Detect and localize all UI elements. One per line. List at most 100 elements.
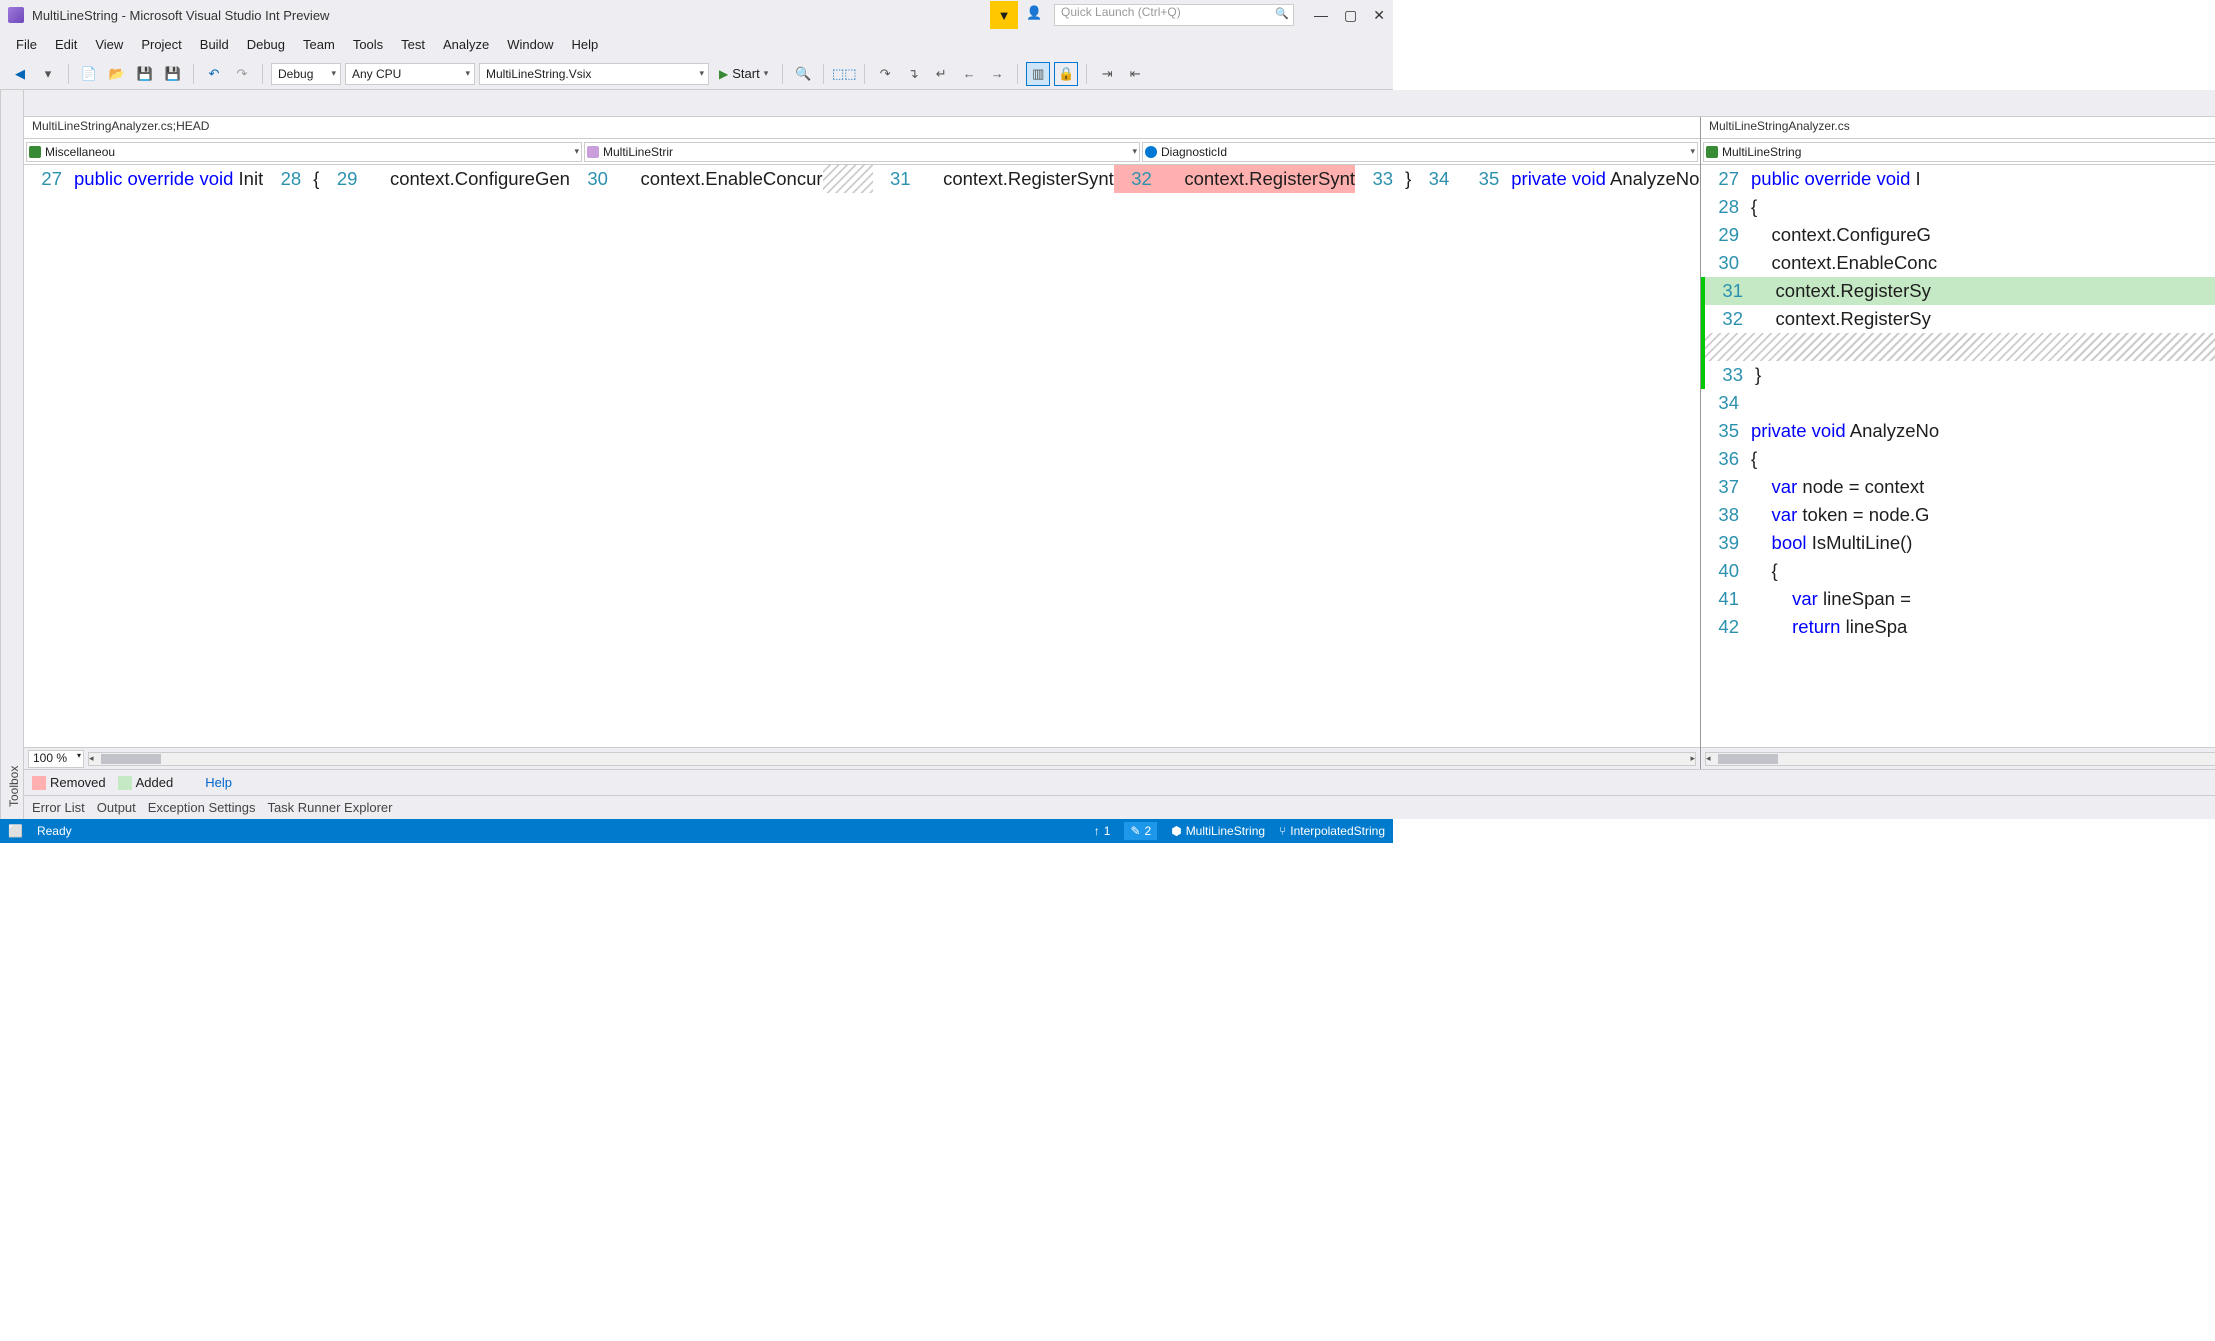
status-unpushed[interactable]: ↑1 — [1094, 824, 1111, 838]
zoom-dropdown[interactable]: 100 % — [28, 750, 84, 768]
menu-help[interactable]: Help — [564, 33, 607, 56]
code-line[interactable]: 35private void AnalyzeNode — [1461, 165, 1700, 193]
menu-team[interactable]: Team — [295, 33, 343, 56]
code-line[interactable]: 40 { — [1701, 557, 2215, 585]
step-button[interactable]: ⬚⬚ — [832, 62, 856, 86]
step-into-button[interactable]: ↴ — [901, 62, 925, 86]
indent-button[interactable]: ⇥ — [1095, 62, 1119, 86]
code-line[interactable]: 42 return lineSpa — [1701, 613, 2215, 641]
right-nav-project[interactable]: MultiLineString — [1703, 142, 2215, 162]
next-button[interactable]: → — [985, 62, 1009, 86]
code-line[interactable]: 32 context.RegisterSynt — [1114, 165, 1355, 193]
menu-analyze[interactable]: Analyze — [435, 33, 497, 56]
left-code-editor[interactable]: 27public override void Init28{29 context… — [24, 165, 1700, 747]
left-nav-member[interactable]: DiagnosticId — [1142, 142, 1698, 162]
code-line[interactable]: 34 — [1701, 389, 2215, 417]
code-line[interactable]: 37 var node = context — [1701, 473, 2215, 501]
startup-dropdown[interactable]: MultiLineString.Vsix — [479, 63, 709, 85]
maximize-button[interactable]: ▢ — [1344, 7, 1357, 24]
added-swatch-icon — [118, 776, 132, 790]
code-line[interactable]: 27public override void I — [1701, 165, 2215, 193]
code-line[interactable]: 33} — [1355, 165, 1411, 193]
project-icon: ⬢ — [1171, 824, 1181, 838]
code-line[interactable]: 35private void AnalyzeNo — [1701, 417, 2215, 445]
code-line[interactable]: 36{ — [1701, 445, 2215, 473]
code-line[interactable]: 29 context.ConfigureG — [1701, 221, 2215, 249]
menu-tools[interactable]: Tools — [345, 33, 391, 56]
help-link[interactable]: Help — [205, 775, 232, 790]
lock-button[interactable]: 🔒 — [1054, 62, 1078, 86]
menu-file[interactable]: File — [8, 33, 45, 56]
left-tool-tabs: ToolboxTest Explorer — [0, 90, 24, 819]
side-tab-toolbox[interactable]: Toolbox — [7, 98, 21, 811]
outdent-button[interactable]: ⇤ — [1123, 62, 1147, 86]
status-changes[interactable]: ✎2 — [1124, 822, 1157, 840]
left-h-scrollbar[interactable] — [88, 752, 1696, 766]
code-line[interactable]: 30 context.EnableConcur — [570, 165, 823, 193]
minimize-button[interactable]: — — [1314, 7, 1328, 24]
step-out-button[interactable]: ↵ — [929, 62, 953, 86]
compare-inline-button[interactable]: ▥ — [1026, 62, 1050, 86]
config-dropdown[interactable]: Debug — [271, 63, 341, 85]
code-line[interactable]: 28{ — [1701, 193, 2215, 221]
status-icon: ⬜ — [8, 824, 23, 838]
menu-edit[interactable]: Edit — [47, 33, 85, 56]
feedback-icon[interactable]: 👤 — [1026, 5, 1046, 25]
code-line[interactable] — [1701, 333, 2215, 361]
menu-test[interactable]: Test — [393, 33, 433, 56]
code-line[interactable]: 32 context.RegisterSy — [1701, 305, 2215, 333]
bottom-tool-tabs: Error List Output Exception Settings Task R… — [24, 795, 2215, 819]
main-toolbar: ◀ ▾ 📄 📂 💾 💾 ↶ ↷ Debug Any CPU MultiLineS… — [0, 58, 1393, 90]
play-icon: ▶ — [719, 67, 728, 81]
prev-button[interactable]: ← — [957, 62, 981, 86]
quick-launch-input[interactable]: Quick Launch (Ctrl+Q) — [1054, 4, 1294, 26]
find-button[interactable]: 🔍 — [791, 62, 815, 86]
code-line[interactable]: 31 context.RegisterSynt — [873, 165, 1114, 193]
undo-button[interactable]: ↶ — [202, 62, 226, 86]
code-line[interactable]: 41 var lineSpan = — [1701, 585, 2215, 613]
code-line[interactable]: 38 var token = node.G — [1701, 501, 2215, 529]
right-pane-title: MultiLineStringAnalyzer.cs — [1701, 117, 2215, 139]
nav-back-button[interactable]: ◀ — [8, 62, 32, 86]
branch-icon: ⑂ — [1279, 824, 1286, 838]
new-project-button[interactable]: 📄 — [77, 62, 101, 86]
notification-flag-icon[interactable]: ▼ — [990, 1, 1018, 29]
tool-tab-exception-settings[interactable]: Exception Settings — [148, 800, 256, 815]
menu-view[interactable]: View — [87, 33, 131, 56]
code-line[interactable]: 31 context.RegisterSy — [1701, 277, 2215, 305]
menu-debug[interactable]: Debug — [239, 33, 293, 56]
code-line[interactable]: 27public override void Init — [24, 165, 263, 193]
tool-tab-error-list[interactable]: Error List — [32, 800, 85, 815]
left-nav-class[interactable]: MultiLineStrir — [584, 142, 1140, 162]
code-line[interactable]: 28{ — [263, 165, 319, 193]
save-button[interactable]: 💾 — [133, 62, 157, 86]
open-file-button[interactable]: 📂 — [105, 62, 129, 86]
step-over-button[interactable]: ↷ — [873, 62, 897, 86]
redo-button[interactable]: ↷ — [230, 62, 254, 86]
right-h-scrollbar[interactable] — [1705, 752, 2215, 766]
code-line[interactable]: 34 — [1411, 165, 1461, 193]
right-code-editor[interactable]: 27public override void I28{29 context.Co… — [1701, 165, 2215, 747]
nav-fwd-button[interactable]: ▾ — [36, 62, 60, 86]
document-tab-bar: Diff - MultiLineStri...ineStringAnalyzer… — [24, 90, 2215, 116]
menu-project[interactable]: Project — [133, 33, 189, 56]
code-line[interactable]: 29 context.ConfigureGen — [319, 165, 570, 193]
left-pane-title: MultiLineStringAnalyzer.cs;HEAD — [24, 117, 1700, 139]
code-line[interactable] — [823, 165, 873, 193]
menu-build[interactable]: Build — [192, 33, 237, 56]
tool-tab-task-runner-explorer[interactable]: Task Runner Explorer — [267, 800, 392, 815]
menu-window[interactable]: Window — [499, 33, 561, 56]
window-title: MultiLineString - Microsoft Visual Studi… — [32, 8, 329, 23]
status-project[interactable]: ⬢MultiLineString — [1171, 824, 1265, 838]
close-button[interactable]: ✕ — [1373, 7, 1385, 24]
code-line[interactable]: 39 bool IsMultiLine() — [1701, 529, 2215, 557]
tool-tab-output[interactable]: Output — [97, 800, 136, 815]
status-bar: ⬜ Ready ↑1 ✎2 ⬢MultiLineString ⑂Interpol… — [0, 819, 1393, 843]
start-debug-button[interactable]: ▶ Start ▾ — [713, 63, 774, 85]
code-line[interactable]: 30 context.EnableConc — [1701, 249, 2215, 277]
save-all-button[interactable]: 💾 — [161, 62, 185, 86]
left-nav-project[interactable]: Miscellaneou — [26, 142, 582, 162]
platform-dropdown[interactable]: Any CPU — [345, 63, 475, 85]
code-line[interactable]: 33} — [1701, 361, 2215, 389]
status-branch[interactable]: ⑂InterpolatedString — [1279, 824, 1385, 838]
